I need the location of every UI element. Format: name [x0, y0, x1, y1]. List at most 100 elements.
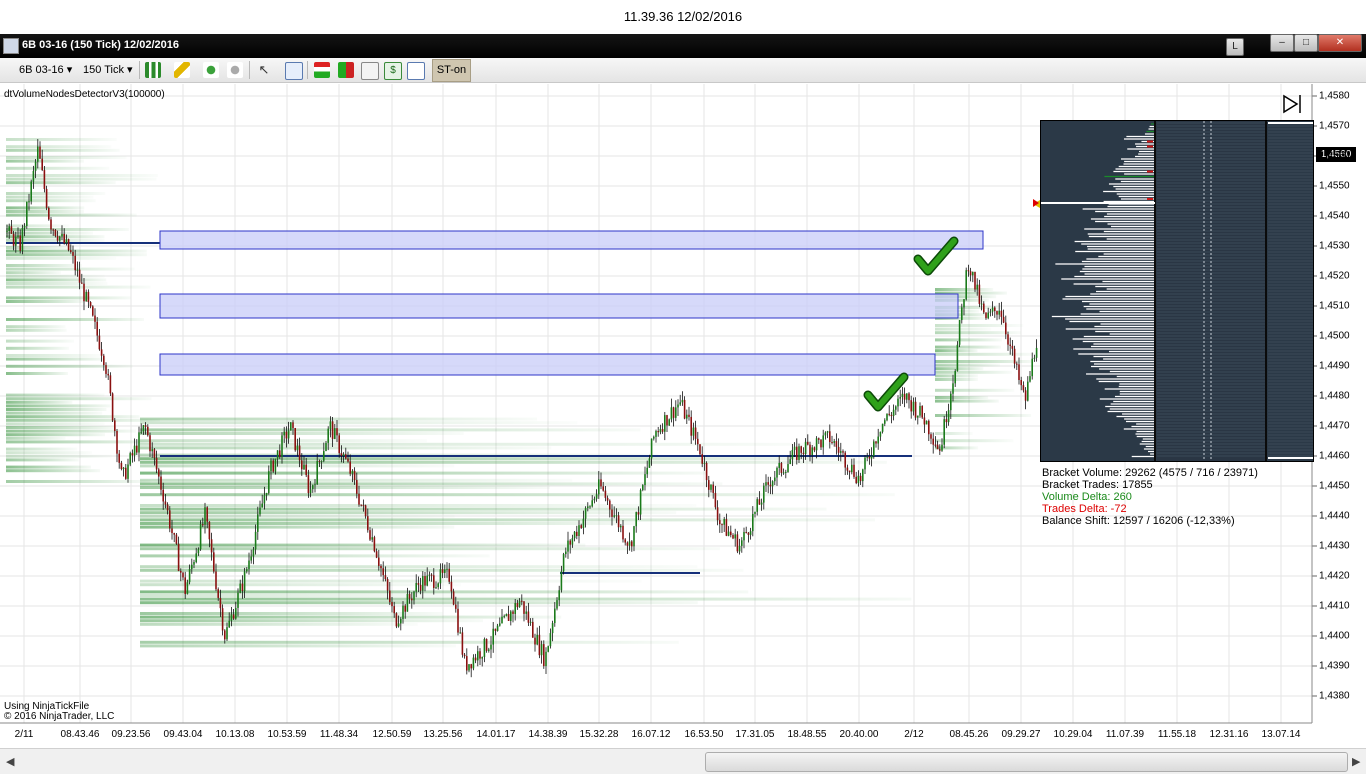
- volume-node-band: [6, 325, 66, 329]
- chart-toolbar: 6B 03-16 ▾ 150 Tick ▾ ↖ $ ST-on: [0, 58, 1366, 83]
- candle-body: [450, 581, 453, 592]
- candle-body: [384, 575, 387, 580]
- volume-node-band: [140, 471, 707, 475]
- scroll-to-end-icon[interactable]: [1283, 94, 1301, 114]
- candle-body: [213, 552, 215, 572]
- scroll-right-icon[interactable]: ▶: [1352, 755, 1360, 768]
- data-box-icon[interactable]: [338, 62, 354, 78]
- candle-body: [435, 587, 437, 589]
- candle-body: [516, 603, 519, 608]
- volume-node-band: [6, 451, 92, 455]
- volume-node-band: [6, 253, 147, 257]
- candle-body: [606, 497, 609, 501]
- interval-selector[interactable]: 150 Tick ▾: [83, 63, 133, 76]
- link-button[interactable]: L: [1226, 38, 1244, 56]
- properties-icon[interactable]: [407, 62, 425, 80]
- candle-body: [934, 444, 937, 446]
- volume-node-band: [140, 615, 562, 619]
- candle-body: [369, 530, 371, 540]
- candle-body: [532, 621, 534, 638]
- remove-indicator-icon[interactable]: [227, 62, 243, 78]
- candle-body: [703, 462, 706, 464]
- scroll-left-icon[interactable]: ◀: [6, 755, 14, 768]
- candle-body: [939, 449, 941, 451]
- y-tick-label: 1,4380: [1319, 690, 1350, 702]
- candle-body: [499, 623, 501, 626]
- pencil-draw-icon[interactable]: [174, 62, 190, 78]
- volume-node-band: [140, 464, 455, 468]
- y-tick-label: 1,4410: [1319, 600, 1350, 612]
- chart-window-titlebar[interactable]: 6B 03-16 (150 Tick) 12/02/2016 L – □ ✕: [0, 34, 1366, 58]
- candle-body: [375, 551, 378, 558]
- candle-body: [681, 399, 684, 403]
- zoom-icon[interactable]: [285, 62, 303, 80]
- candle-body: [439, 569, 442, 584]
- horizontal-scrollbar[interactable]: ◀ ▶: [0, 748, 1366, 774]
- candle-body: [743, 531, 745, 541]
- candle-body: [730, 531, 732, 536]
- volume-node-band: [6, 264, 82, 267]
- candle-body: [578, 525, 580, 536]
- maximize-icon[interactable]: □: [1294, 34, 1318, 52]
- candle-body: [769, 484, 772, 487]
- candle-body: [63, 233, 65, 244]
- close-icon[interactable]: ✕: [1318, 34, 1362, 52]
- candle-body: [600, 479, 602, 487]
- candle-body: [826, 431, 829, 433]
- bar-type-icon[interactable]: [145, 62, 161, 78]
- candle-body: [193, 562, 195, 565]
- volume-node-band: [6, 469, 101, 473]
- minimize-icon[interactable]: –: [1270, 34, 1294, 52]
- candle-body: [118, 453, 120, 463]
- candle-body: [17, 235, 19, 237]
- candle-body: [41, 158, 43, 171]
- candle-body: [347, 458, 349, 462]
- volume-node-band: [6, 436, 66, 440]
- scroll-thumb[interactable]: [705, 752, 1348, 772]
- volume-node-band: [6, 231, 93, 235]
- candle-body: [252, 549, 255, 557]
- order-entry-icon[interactable]: [314, 62, 330, 78]
- dollar-icon[interactable]: $: [384, 62, 402, 80]
- node-zone-2: [159, 293, 959, 319]
- candle-body: [815, 438, 818, 451]
- candle-body: [158, 469, 160, 477]
- volume-node-band: [140, 601, 698, 605]
- candle-body: [15, 236, 17, 246]
- candle-body: [648, 458, 651, 468]
- cursor-icon[interactable]: ↖: [256, 62, 272, 78]
- candle-body: [518, 600, 521, 608]
- volume-node-band: [140, 428, 641, 432]
- instrument-selector[interactable]: 6B 03-16 ▾: [19, 63, 72, 76]
- candle-body: [800, 446, 802, 453]
- volume-node-band: [935, 432, 973, 435]
- candle-body: [635, 512, 637, 527]
- candle-body: [580, 525, 582, 528]
- candle-body: [807, 441, 809, 445]
- candle-body: [116, 431, 118, 454]
- candle-body: [851, 464, 853, 473]
- candle-body: [424, 576, 426, 586]
- volume-node-band: [140, 493, 895, 497]
- candle-body: [281, 435, 283, 458]
- st-on-button[interactable]: ST-on: [432, 59, 471, 82]
- add-indicator-icon[interactable]: [203, 62, 219, 78]
- candle-body: [844, 452, 846, 468]
- chart-trader-icon[interactable]: [361, 62, 379, 80]
- candle-body: [191, 564, 193, 569]
- volume-node-band: [140, 594, 496, 597]
- y-tick-label: 1,4500: [1319, 330, 1350, 342]
- candle-body: [950, 393, 952, 411]
- candle-body: [338, 435, 340, 454]
- candle-body: [301, 460, 303, 470]
- volume-node-band: [6, 426, 117, 429]
- indicator-label: dtVolumeNodesDetectorV3(100000): [4, 89, 165, 100]
- candle-body: [595, 494, 598, 499]
- candle-body: [538, 634, 541, 656]
- volume-node-band: [935, 414, 1032, 417]
- candle-body: [290, 422, 292, 431]
- volume-node-band: [6, 404, 111, 408]
- candle-body: [272, 460, 274, 472]
- candle-body: [928, 420, 930, 435]
- candle-body: [32, 170, 35, 182]
